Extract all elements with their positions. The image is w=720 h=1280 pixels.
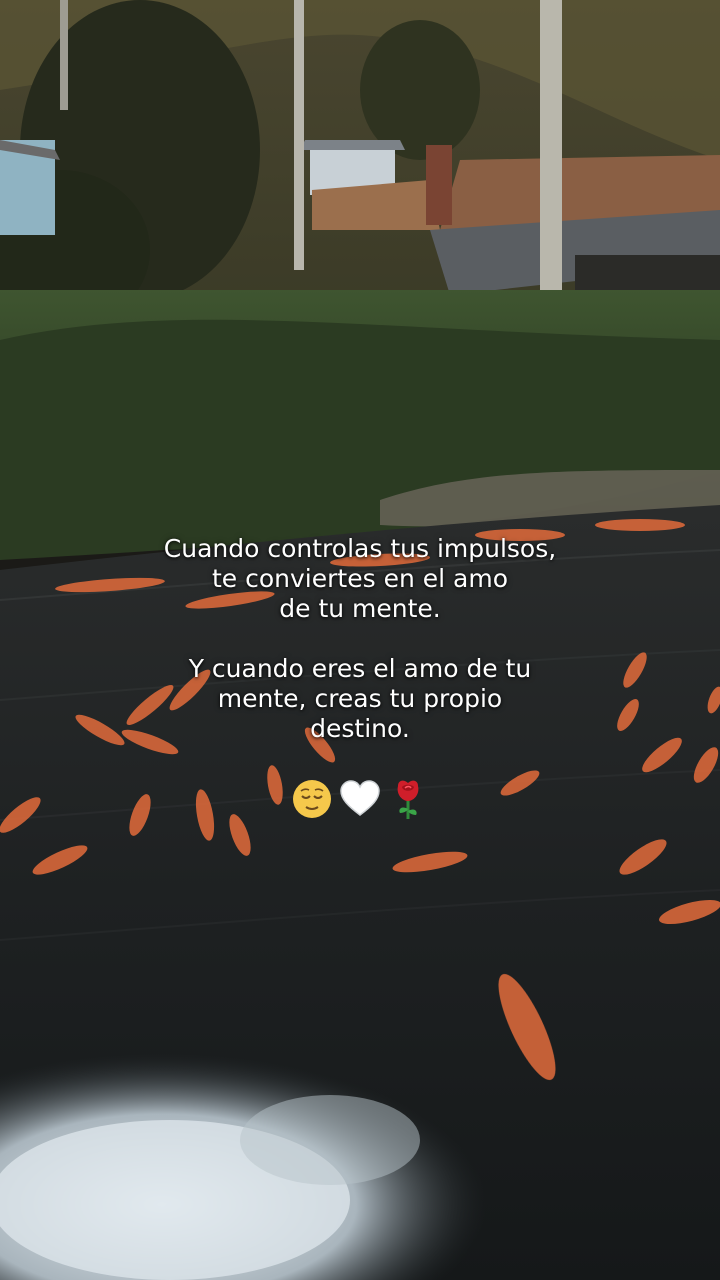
caption-line: te conviertes en el amo: [212, 564, 508, 593]
emoji-row: [0, 778, 720, 820]
rose-icon: [397, 780, 419, 819]
white-heart-icon: [340, 780, 380, 816]
caption-line: Y cuando eres el amo de tu: [188, 654, 532, 683]
relieved-face-icon: [293, 780, 331, 818]
caption-line: destino.: [310, 714, 410, 743]
caption-line: mente, creas tu propio: [217, 684, 503, 713]
quote-caption: Cuando controlas tus impulsos, te convie…: [0, 534, 720, 744]
caption-line: de tu mente.: [279, 594, 441, 623]
caption-line: Cuando controlas tus impulsos,: [163, 534, 557, 563]
story-frame: Cuando controlas tus impulsos, te convie…: [0, 0, 720, 1280]
